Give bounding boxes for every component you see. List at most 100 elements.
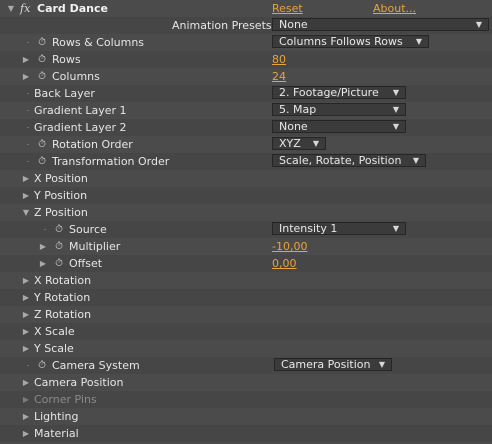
x-rotation-label: X Rotation [34, 274, 92, 287]
rows-value[interactable]: 80 [272, 51, 286, 68]
z-offset-label: Offset [69, 257, 103, 270]
stopwatch-icon[interactable]: ⏱ [36, 51, 48, 68]
twirl-closed-icon[interactable]: ▶ [21, 323, 31, 340]
transformation-order-dropdown[interactable]: Scale, Rotate, Position ▼ [272, 154, 426, 167]
twirl-open-icon[interactable]: ▼ [6, 0, 16, 17]
twirl-closed-icon[interactable]: ▶ [21, 187, 31, 204]
z-offset-row: ▶ ⏱ Offset 0,00 [0, 255, 492, 272]
rows-label: Rows [52, 53, 81, 66]
stopwatch-icon[interactable]: ⏱ [53, 255, 65, 272]
chevron-down-icon: ▼ [392, 122, 399, 131]
stopwatch-icon[interactable]: ⏱ [53, 238, 65, 255]
twirl-closed-icon[interactable]: ▶ [21, 272, 31, 289]
twirl-closed-icon[interactable]: ▶ [38, 255, 48, 272]
z-source-row: ⏱ Source Intensity 1 ▼ [0, 221, 492, 238]
columns-value[interactable]: 24 [272, 68, 286, 85]
rows-columns-row: ⏱ Rows & Columns Columns Follows Rows ▼ [0, 34, 492, 51]
twirl-closed-icon[interactable]: ▶ [21, 306, 31, 323]
twirl-closed-icon[interactable]: ▶ [21, 374, 31, 391]
twirl-closed-icon[interactable]: ▶ [21, 425, 31, 442]
camera-position-label: Camera Position [34, 376, 124, 389]
z-multiplier-value[interactable]: -10,00 [272, 238, 307, 255]
tree-line [27, 110, 29, 111]
gradient-layer-2-value: None [279, 120, 308, 133]
twirl-closed-icon[interactable]: ▶ [21, 391, 31, 408]
columns-row: ▶ ⏱ Columns 24 [0, 68, 492, 85]
tree-line [27, 127, 29, 128]
corner-pins-label: Corner Pins [34, 393, 97, 406]
effect-name: Card Dance [37, 2, 108, 15]
rotation-order-row: ⏱ Rotation Order XYZ ▼ [0, 136, 492, 153]
twirl-closed-icon[interactable]: ▶ [38, 238, 48, 255]
twirl-closed-icon[interactable]: ▶ [21, 51, 31, 68]
twirl-closed-icon[interactable]: ▶ [21, 68, 31, 85]
columns-label: Columns [52, 70, 100, 83]
x-position-label: X Position [34, 172, 88, 185]
animation-presets-label: Animation Presets: [172, 19, 276, 32]
back-layer-value: 2. Footage/Picture [279, 86, 379, 99]
rotation-order-label: Rotation Order [52, 138, 133, 151]
z-position-group[interactable]: ▼ Z Position [0, 204, 492, 221]
y-rotation-group[interactable]: ▶ Y Rotation [0, 289, 492, 306]
back-layer-dropdown[interactable]: 2. Footage/Picture ▼ [272, 86, 406, 99]
gradient-layer-1-dropdown[interactable]: 5. Map ▼ [272, 103, 406, 116]
z-source-dropdown[interactable]: Intensity 1 ▼ [272, 222, 406, 235]
y-position-group[interactable]: ▶ Y Position [0, 187, 492, 204]
twirl-closed-icon[interactable]: ▶ [21, 408, 31, 425]
twirl-closed-icon[interactable]: ▶ [21, 289, 31, 306]
chevron-down-icon: ▼ [475, 20, 482, 29]
chevron-down-icon: ▼ [392, 105, 399, 114]
x-position-group[interactable]: ▶ X Position [0, 170, 492, 187]
gradient-layer-2-dropdown[interactable]: None ▼ [272, 120, 406, 133]
lighting-label: Lighting [34, 410, 79, 423]
material-group[interactable]: ▶ Material [0, 425, 492, 442]
twirl-closed-icon[interactable]: ▶ [21, 170, 31, 187]
z-offset-value[interactable]: 0,00 [272, 255, 297, 272]
camera-system-value: Camera Position [281, 358, 371, 371]
camera-system-dropdown[interactable]: Camera Position ▼ [274, 358, 392, 371]
stopwatch-icon[interactable]: ⏱ [36, 34, 48, 51]
stopwatch-icon[interactable]: ⏱ [36, 136, 48, 153]
about-link[interactable]: About... [373, 0, 416, 17]
gradient-layer-1-value: 5. Map [279, 103, 317, 116]
rows-columns-dropdown[interactable]: Columns Follows Rows ▼ [272, 35, 429, 48]
back-layer-row: Back Layer 2. Footage/Picture ▼ [0, 85, 492, 102]
stopwatch-icon[interactable]: ⏱ [36, 153, 48, 170]
z-multiplier-label: Multiplier [69, 240, 121, 253]
fx-icon[interactable]: fx [20, 0, 30, 17]
rotation-order-value: XYZ [279, 137, 301, 150]
twirl-open-icon[interactable]: ▼ [21, 204, 31, 221]
gradient-layer-1-row: Gradient Layer 1 5. Map ▼ [0, 102, 492, 119]
x-scale-group[interactable]: ▶ X Scale [0, 323, 492, 340]
chevron-down-icon: ▼ [392, 224, 399, 233]
stopwatch-icon[interactable]: ⏱ [36, 68, 48, 85]
z-rotation-group[interactable]: ▶ Z Rotation [0, 306, 492, 323]
effect-controls-panel: ▼ fx Card Dance Reset About... Animation… [0, 0, 492, 444]
x-scale-label: X Scale [34, 325, 75, 338]
corner-pins-group[interactable]: ▶ Corner Pins [0, 391, 492, 408]
stopwatch-icon[interactable]: ⏱ [53, 221, 65, 238]
gradient-layer-2-label: Gradient Layer 2 [34, 121, 127, 134]
camera-position-group[interactable]: ▶ Camera Position [0, 374, 492, 391]
y-scale-group[interactable]: ▶ Y Scale [0, 340, 492, 357]
reset-link[interactable]: Reset [272, 0, 303, 17]
tree-line [27, 365, 29, 366]
y-rotation-label: Y Rotation [34, 291, 91, 304]
stopwatch-icon[interactable]: ⏱ [36, 357, 48, 374]
rows-row: ▶ ⏱ Rows 80 [0, 51, 492, 68]
tree-line [27, 144, 29, 145]
lighting-group[interactable]: ▶ Lighting [0, 408, 492, 425]
chevron-down-icon: ▼ [392, 88, 399, 97]
z-multiplier-row: ▶ ⏱ Multiplier -10,00 [0, 238, 492, 255]
x-rotation-group[interactable]: ▶ X Rotation [0, 272, 492, 289]
chevron-down-icon: ▼ [415, 37, 422, 46]
y-scale-label: Y Scale [34, 342, 74, 355]
z-rotation-label: Z Rotation [34, 308, 92, 321]
animation-presets-dropdown[interactable]: None ▼ [272, 18, 489, 31]
transformation-order-value: Scale, Rotate, Position [279, 154, 402, 167]
transformation-order-label: Transformation Order [52, 155, 170, 168]
y-position-label: Y Position [34, 189, 88, 202]
tree-line [27, 161, 29, 162]
rotation-order-dropdown[interactable]: XYZ ▼ [272, 137, 326, 150]
twirl-closed-icon[interactable]: ▶ [21, 340, 31, 357]
